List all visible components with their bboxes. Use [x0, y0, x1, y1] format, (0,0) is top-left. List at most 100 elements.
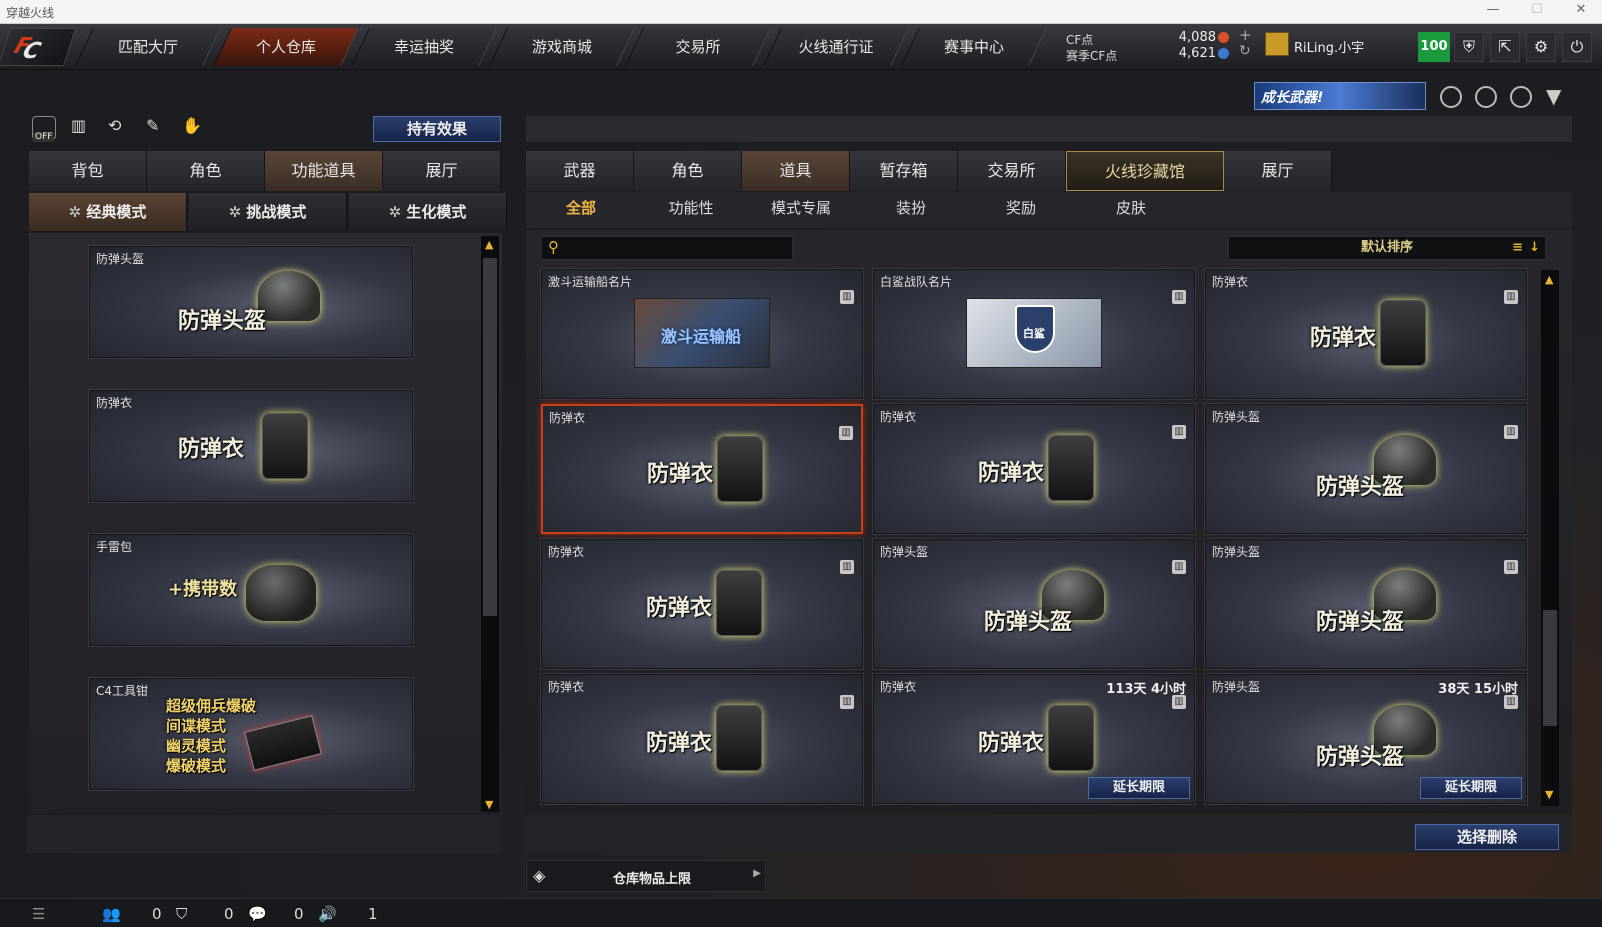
trash-icon[interactable]: ▥	[1504, 560, 1518, 574]
trash-icon[interactable]: ▥	[1172, 695, 1186, 709]
trash-icon[interactable]: ▥	[1504, 425, 1518, 439]
trash-icon[interactable]: ▥	[1504, 290, 1518, 304]
left-tab-2[interactable]: 功能道具	[265, 151, 383, 191]
grid-item-0[interactable]: 激斗运输船名片 ▥ 激斗运输船	[541, 269, 863, 399]
stats-icon[interactable]: ▥	[71, 116, 86, 135]
right-tab-2[interactable]: 道具	[742, 151, 850, 191]
volume-icon[interactable]: 🔊	[318, 905, 337, 923]
list-icon[interactable]: ≡	[1512, 237, 1523, 259]
search-input[interactable]: ⚲	[541, 236, 793, 260]
refresh-icon[interactable]: ↻	[1239, 43, 1251, 59]
mode-tab-0[interactable]: ✲ 经典模式	[29, 193, 187, 231]
close-button[interactable]: ✕	[1566, 2, 1596, 17]
grid-item-10[interactable]: 防弹衣 ▥ 113天 4小时 防弹衣 延长期限	[873, 674, 1195, 804]
rank-badge-icon[interactable]	[1265, 32, 1289, 56]
right-tab-1[interactable]: 角色	[634, 151, 742, 191]
nav-tab-6[interactable]: 赛事中心	[901, 28, 1047, 66]
mode-tab-1[interactable]: ✲ 挑战模式	[189, 193, 347, 231]
subtab-4[interactable]: 奖励	[966, 197, 1076, 218]
add-points-icon[interactable]: +	[1239, 26, 1252, 44]
cf-logo[interactable]: CF	[0, 28, 77, 66]
power-icon[interactable]: ⏻	[1562, 32, 1592, 62]
grid-scroll-up-icon[interactable]: ▲	[1545, 273, 1553, 286]
grid-item-6[interactable]: 防弹衣 ▥ 防弹衣	[541, 539, 863, 669]
v-emblem-icon[interactable]: ▼	[1546, 84, 1561, 108]
grid-item-8[interactable]: 防弹头盔 ▥ 防弹头盔	[1205, 539, 1527, 669]
shield-icon[interactable]: ⛨	[1454, 32, 1484, 62]
nav-tab-5[interactable]: 火线通行证	[763, 28, 909, 66]
item-label: 激斗运输船名片	[548, 275, 633, 289]
trash-icon[interactable]: ▥	[1172, 290, 1186, 304]
sort-label: 默认排序	[1360, 240, 1413, 255]
trash-icon[interactable]: ▥	[840, 560, 854, 574]
sort-dropdown[interactable]: 默认排序 ≡ ↓	[1228, 236, 1546, 260]
right-tab-4[interactable]: 交易所	[958, 151, 1066, 191]
menu-icon[interactable]: ☰	[32, 905, 45, 923]
extend-expiry-button[interactable]: 延长期限	[1088, 777, 1190, 799]
growth-weapon-banner[interactable]: 成长武器!	[1254, 82, 1426, 110]
chat-icon[interactable]: 💬	[248, 905, 267, 923]
grid-item-4[interactable]: 防弹衣 ▥ 防弹衣	[873, 404, 1195, 534]
extend-expiry-button[interactable]: 延长期限	[1420, 777, 1522, 799]
emblem-icon-2[interactable]	[1475, 86, 1497, 108]
subtab-1[interactable]: 功能性	[636, 197, 746, 218]
right-tab-6[interactable]: 展厅	[1224, 151, 1332, 191]
select-delete-button[interactable]: 选择删除	[1415, 824, 1559, 850]
nav-tab-3[interactable]: 游戏商城	[489, 28, 635, 66]
grid-item-3[interactable]: 防弹衣 ▥ 防弹衣	[541, 404, 863, 534]
left-item-1[interactable]: 防弹衣 防弹衣	[89, 390, 413, 502]
left-item-2[interactable]: 手雷包 +携带数	[89, 534, 413, 646]
right-tab-0[interactable]: 武器	[526, 151, 634, 191]
subtab-5[interactable]: 皮肤	[1076, 197, 1186, 218]
nav-tab-0[interactable]: 匹配大厅	[75, 28, 221, 66]
nav-tab-4[interactable]: 交易所	[625, 28, 771, 66]
holding-effects-button[interactable]: 持有效果	[373, 116, 501, 142]
grid-item-2[interactable]: 防弹衣 ▥ 防弹衣	[1205, 269, 1527, 399]
nav-tab-2[interactable]: 幸运抽奖	[351, 28, 497, 66]
friends-icon[interactable]: 👥	[102, 905, 121, 923]
trash-icon[interactable]: ▥	[840, 290, 854, 304]
trash-icon[interactable]: ▥	[839, 426, 853, 440]
left-tab-0[interactable]: 背包	[29, 151, 147, 191]
subtab-2[interactable]: 模式专属	[746, 197, 856, 218]
exit-icon[interactable]: ⇱	[1490, 32, 1520, 62]
grid-item-5[interactable]: 防弹头盔 ▥ 防弹头盔	[1205, 404, 1527, 534]
left-tab-1[interactable]: 角色	[147, 151, 265, 191]
sort-arrow-icon[interactable]: ↓	[1529, 237, 1540, 259]
grid-scroll-down-icon[interactable]: ▼	[1545, 788, 1553, 801]
clan-icon[interactable]: ⛉	[176, 905, 187, 923]
maximize-button[interactable]: ☐	[1522, 2, 1552, 17]
right-tab-3[interactable]: 暂存箱	[850, 151, 958, 191]
left-item-0[interactable]: 防弹头盔 防弹头盔	[89, 246, 413, 358]
left-tab-3[interactable]: 展厅	[383, 151, 501, 191]
trash-icon[interactable]: ▥	[840, 695, 854, 709]
history-icon[interactable]: ⟲	[108, 116, 121, 135]
mode-tab-2[interactable]: ✲ 生化模式	[349, 193, 507, 231]
right-tab-5[interactable]: 火线珍藏馆	[1066, 151, 1224, 191]
subtab-3[interactable]: 装扮	[856, 197, 966, 218]
emblem-icon-1[interactable]	[1440, 86, 1462, 108]
grid-item-1[interactable]: 白鲨战队名片 ▥ 白鲨	[873, 269, 1195, 399]
grid-item-7[interactable]: 防弹头盔 ▥ 防弹头盔	[873, 539, 1195, 669]
subtab-0[interactable]: 全部	[526, 197, 636, 218]
settings-icon[interactable]: ⚙	[1526, 32, 1556, 62]
trash-icon[interactable]: ▥	[1504, 695, 1518, 709]
trash-icon[interactable]: ▥	[1172, 560, 1186, 574]
grid-item-11[interactable]: 防弹头盔 ▥ 38天 15小时 防弹头盔 延长期限	[1205, 674, 1527, 804]
grid-item-9[interactable]: 防弹衣 ▥ 防弹衣	[541, 674, 863, 804]
emblem-icon-3[interactable]	[1510, 86, 1532, 108]
capacity-bar[interactable]: ◈ 仓库物品上限 ▶	[526, 860, 766, 892]
level-badge[interactable]: 100	[1418, 32, 1450, 62]
nav-tab-1[interactable]: 个人仓库	[213, 28, 359, 66]
grid-scroll-thumb[interactable]	[1543, 610, 1557, 726]
trash-icon[interactable]: ▥	[1172, 425, 1186, 439]
bag-icon[interactable]: ✋	[182, 116, 202, 135]
minimize-button[interactable]: —	[1478, 2, 1508, 17]
username[interactable]: RiLing.小宇	[1294, 37, 1364, 56]
left-scroll-thumb[interactable]	[483, 258, 497, 616]
expand-arrow-icon[interactable]: ▶	[753, 868, 761, 879]
gesture-icon[interactable]: ✎	[146, 116, 159, 135]
left-item-3[interactable]: C4工具钳 超级佣兵爆破 间谍模式 幽灵模式 爆破模式	[89, 678, 413, 790]
scroll-down-icon[interactable]: ▼	[485, 798, 493, 811]
scroll-up-icon[interactable]: ▲	[485, 238, 493, 251]
